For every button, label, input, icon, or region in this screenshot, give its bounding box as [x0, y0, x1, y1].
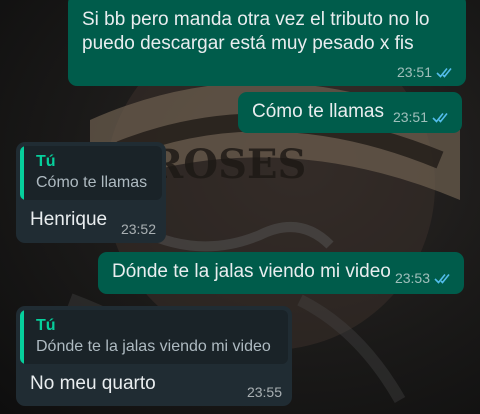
- double-check-icon: [436, 67, 452, 78]
- message-time: 23:51: [396, 64, 432, 80]
- message-meta: 23:55: [247, 384, 282, 400]
- message-incoming[interactable]: Tú Cómo te llamas Henrique 23:52: [16, 142, 166, 243]
- quote-text: Cómo te llamas: [36, 174, 148, 191]
- quote-author: Tú: [36, 317, 56, 334]
- message-time: 23:51: [392, 109, 428, 125]
- message-meta: 23:52: [121, 221, 156, 237]
- message-text: Si bb pero manda otra vez el tributo no …: [82, 9, 430, 54]
- message-meta: 23:51: [397, 64, 456, 80]
- message-outgoing[interactable]: Dónde te la jalas viendo mi video 23:53: [98, 252, 464, 294]
- double-check-icon: [434, 273, 450, 284]
- svg-text:ROSES: ROSES: [150, 141, 306, 188]
- message-outgoing[interactable]: Cómo te llamas 23:51: [238, 92, 462, 133]
- quote-author: Tú: [36, 153, 56, 170]
- quote-text: Dónde te la jalas viendo mi video: [36, 338, 271, 355]
- message-meta: 23:51: [393, 109, 452, 125]
- message-time: 23:53: [394, 270, 430, 286]
- chat-view[interactable]: ROSES Si bb pero manda otra vez el tribu…: [0, 0, 480, 414]
- message-meta: 23:53: [395, 270, 454, 286]
- message-time: 23:55: [246, 384, 282, 400]
- message-outgoing[interactable]: Si bb pero manda otra vez el tributo no …: [68, 0, 466, 86]
- message-time: 23:52: [120, 221, 156, 237]
- quoted-message[interactable]: Tú Dónde te la jalas viendo mi video: [20, 310, 288, 364]
- quoted-message[interactable]: Tú Cómo te llamas: [20, 146, 162, 200]
- double-check-icon: [432, 112, 448, 123]
- message-incoming[interactable]: Tú Dónde te la jalas viendo mi video No …: [16, 306, 292, 406]
